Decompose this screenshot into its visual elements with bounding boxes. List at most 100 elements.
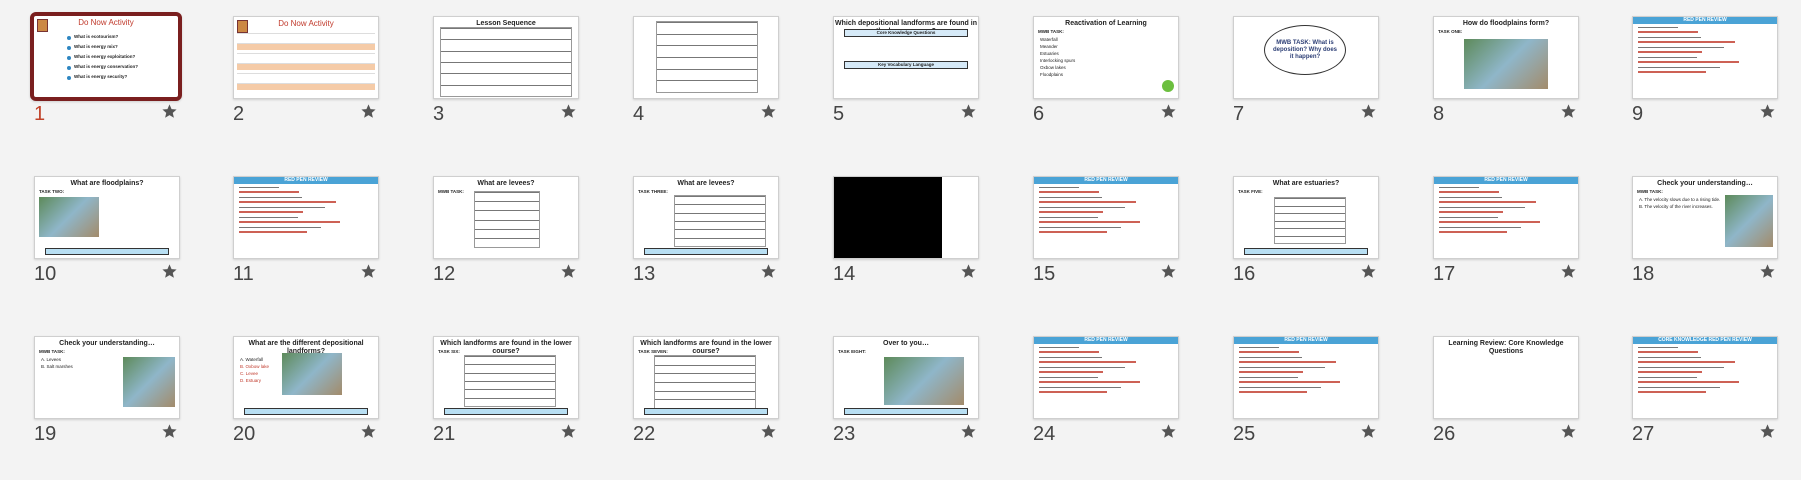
table-rule [475,237,539,239]
slide-thumbnail[interactable]: Learning Review: Core Knowledge Question… [1433,336,1579,419]
star-icon[interactable] [360,263,377,280]
slide-thumbnail[interactable]: RED PEN REVIEW [1233,336,1379,419]
slide-thumbnail[interactable]: What are levees? MWB TASK: [433,176,579,259]
red-text-line [1638,41,1735,43]
star-icon[interactable] [560,103,577,120]
text-line [1039,207,1125,208]
table-rule [441,28,571,29]
text-line [1638,367,1724,368]
star-icon[interactable] [760,103,777,120]
red-text-line [1638,361,1735,363]
slide-cell: Learning Review: Core Knowledge Question… [1399,320,1599,480]
star-icon[interactable] [1360,423,1377,440]
list-item: Oxbow lakes [1040,65,1066,70]
table-rule [465,381,555,382]
task-label: TASK THREE: [638,189,668,194]
slide-thumbnail[interactable]: What are estuaries? TASK FIVE: [1233,176,1379,259]
text-line [1638,57,1697,58]
slide-title: Check your understanding… [59,340,155,347]
table-rule [655,382,755,383]
table-rule [1275,220,1345,222]
red-text-line [1039,391,1107,393]
star-icon[interactable] [1360,103,1377,120]
slide-number: 19 [34,423,57,445]
star-icon[interactable] [161,423,178,440]
star-icon[interactable] [560,423,577,440]
star-icon[interactable] [161,263,178,280]
red-text-line [1638,61,1739,63]
slide-thumbnail[interactable]: Check your understanding… MWB TASK: A. The… [1632,176,1778,259]
red-text-line [1039,371,1103,373]
slide-number: 9 [1632,103,1644,125]
star-icon[interactable] [1759,423,1776,440]
star-icon[interactable] [360,423,377,440]
slide-thumbnail[interactable]: How do floodplains form? TASK ONE: [1433,16,1579,99]
slide-thumbnail[interactable]: RED PEN REVIEW [1033,336,1179,419]
slide-thumbnail[interactable]: Lesson Sequence [433,16,579,99]
slide-thumbnail[interactable]: Do Now Activity What is ecotourism? What i… [30,12,182,101]
slide-thumbnail[interactable]: MWB TASK: What is deposition? Why does i… [1233,16,1379,99]
slide-thumbnail[interactable]: Which landforms are found in the lower c… [633,336,779,419]
star-icon[interactable] [1759,103,1776,120]
star-icon[interactable] [360,103,377,120]
slide-thumbnail[interactable]: RED PEN REVIEW [1033,176,1179,259]
star-icon[interactable] [161,103,178,120]
slide-thumbnail[interactable]: RED PEN REVIEW [1433,176,1579,259]
slide-thumbnail[interactable]: Do Now Activity [233,16,379,99]
slide-thumbnail[interactable]: RED PEN REVIEW [1632,16,1778,99]
challenge-bar [444,408,568,415]
star-icon[interactable] [1560,423,1577,440]
star-icon[interactable] [760,423,777,440]
slide-image [474,191,540,248]
slide-thumbnail[interactable]: Which landforms are found in the lower c… [433,336,579,419]
slide-thumbnail[interactable]: TASK FOUR: [833,176,979,259]
slide-number: 12 [433,263,456,285]
text-line [239,207,325,208]
star-icon[interactable] [1160,263,1177,280]
question-bullet-icon [67,56,71,60]
slide-thumbnail[interactable]: What are levees? TASK THREE: [633,176,779,259]
slide-number: 13 [633,263,656,285]
star-icon[interactable] [960,263,977,280]
star-icon[interactable] [960,103,977,120]
slide-thumbnail[interactable]: What are the different depositional land… [233,336,379,419]
slide-thumbnail[interactable]: Reactivation of Learning MWB TASK: Waterfa… [1033,16,1179,99]
table-rule [657,57,757,58]
slide-cell: CORE KNOWLEDGE RED PEN REVIEW 27 [1598,320,1798,480]
question-item: What is energy mix? [74,44,118,49]
slide-cell: Over to you… TASK EIGHT: 23 [799,320,999,480]
slide-thumbnail[interactable]: Over to you… TASK EIGHT: [833,336,979,419]
slide-thumbnail[interactable]: RED PEN REVIEW [233,176,379,259]
slide-number: 22 [633,423,656,445]
slide-thumbnail[interactable]: What are floodplains? TASK TWO: [34,176,180,259]
slide-thumbnail[interactable]: CORE KNOWLEDGE RED PEN REVIEW [1632,336,1778,419]
slide-title: Check your understanding… [1657,180,1753,187]
star-icon[interactable] [1560,263,1577,280]
red-text-line [1439,211,1503,213]
slide-thumbnail[interactable]: Check your understanding… MWB TASK: A. Lev… [34,336,180,419]
star-icon[interactable] [1160,103,1177,120]
slide-number: 5 [833,103,845,125]
star-icon[interactable] [1160,423,1177,440]
question-item: What is energy conservation? [74,64,139,69]
slide-number: 6 [1033,103,1045,125]
red-text-line [239,231,307,233]
star-icon[interactable] [1360,263,1377,280]
star-icon[interactable] [1560,103,1577,120]
slide-title: How do floodplains form? [1462,20,1550,27]
text-line [1039,387,1121,388]
slide-cell: RED PEN REVIEW 25 [1199,320,1399,480]
slide-cell: Lesson Sequence 3 [399,0,599,160]
text-line [1439,227,1521,228]
slide-thumbnail[interactable] [633,16,779,99]
slide-cell: What are levees? TASK THREE: 13 [599,160,799,320]
star-icon[interactable] [960,423,977,440]
table-rule [465,356,555,357]
red-text-line [1239,361,1336,363]
star-icon[interactable] [760,263,777,280]
star-icon[interactable] [560,263,577,280]
table-rule [675,237,765,239]
slide-thumbnail[interactable]: Which depositional landforms are found i… [833,16,979,99]
star-icon[interactable] [1759,263,1776,280]
slide-number: 16 [1233,263,1256,285]
